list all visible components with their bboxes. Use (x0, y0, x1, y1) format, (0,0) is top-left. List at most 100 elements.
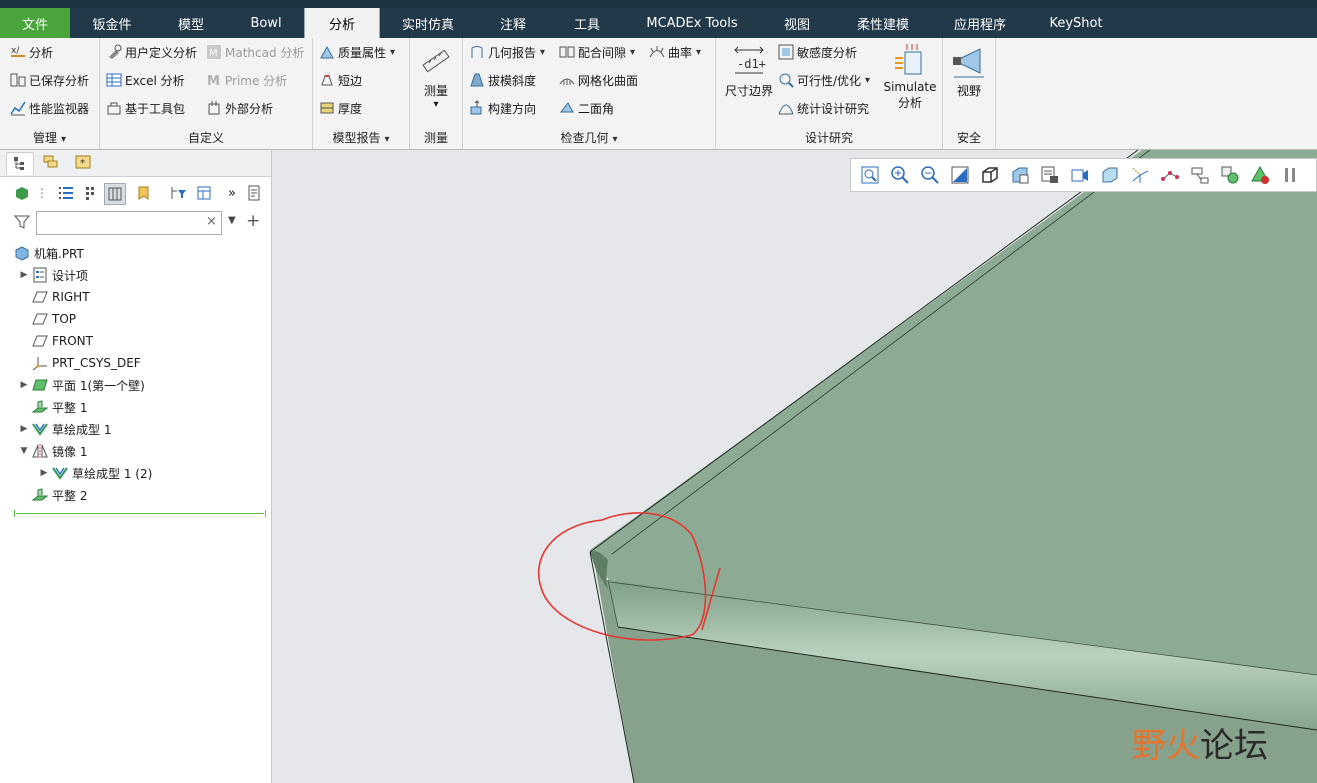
mass-properties-button[interactable]: 质量属性 (319, 41, 395, 63)
excel-analysis-button[interactable]: Excel 分析 (106, 69, 185, 91)
build-direction-button[interactable]: 构建方向 (469, 97, 536, 119)
geometry-report-button[interactable]: 几何报告 (469, 41, 545, 63)
tab-analysis[interactable]: 分析 (304, 8, 380, 38)
graphics-toolbar (850, 158, 1317, 192)
tree-details-icon[interactable] (244, 183, 264, 203)
refit-icon[interactable] (857, 162, 883, 188)
expand-more-icon[interactable]: » (222, 183, 242, 203)
tree-search-input[interactable] (36, 211, 222, 235)
external-analysis-button[interactable]: 外部分析 (206, 97, 273, 119)
performance-monitor-button[interactable]: 性能监视器 (10, 97, 89, 119)
tab-model-tree[interactable] (6, 152, 34, 175)
datum-display-icon[interactable] (1127, 162, 1153, 188)
tab-model[interactable]: 模型 (154, 8, 228, 38)
tree-node-sketched-form-1[interactable]: ▶ 草绘成型 1 (18, 418, 112, 440)
mesh-surface-button[interactable]: 网格化曲面 (559, 69, 638, 91)
graphics-viewport[interactable] (272, 150, 1317, 783)
tab-layers[interactable] (38, 152, 64, 174)
group-design-study-label: 设计研究 (804, 131, 853, 145)
more-options-icon[interactable]: ⋮ (32, 183, 52, 203)
expand-arrow-icon[interactable]: ▶ (18, 270, 30, 280)
user-defined-analysis-button[interactable]: 用户定义分析 (106, 41, 197, 63)
measure-button[interactable]: 测量 ▾ (419, 44, 453, 110)
statistical-design-study-button[interactable]: 统计设计研究 (778, 97, 869, 119)
tab-applications[interactable]: 应用程序 (932, 8, 1028, 38)
dihedral-angle-button[interactable]: 二面角 (559, 97, 614, 119)
tab-sheetmetal[interactable]: 钣金件 (70, 8, 154, 38)
tree-columns-icon[interactable] (104, 183, 126, 205)
tree-filter-icon[interactable] (168, 183, 188, 203)
tree-node-front[interactable]: FRONT (30, 330, 93, 352)
tab-bowl[interactable]: Bowl (228, 8, 304, 38)
expand-arrow-icon[interactable]: ▶ (18, 380, 30, 390)
tree-node-root[interactable]: 机箱.PRT (12, 242, 84, 264)
insert-here-line[interactable] (14, 510, 266, 517)
feasibility-optimization-button[interactable]: 可行性/优化 (778, 69, 870, 91)
tree-node-sketched-form-1-2[interactable]: ▶ 草绘成型 1 (2) (38, 462, 153, 484)
tab-tools[interactable]: 工具 (550, 8, 624, 38)
tab-file[interactable]: 文件 (0, 8, 70, 38)
toolkit-based-button[interactable]: 基于工具包 (106, 97, 185, 119)
tree-node-flat-wall-2[interactable]: 平整 2 (30, 484, 87, 506)
part-view-icon[interactable] (12, 183, 32, 203)
mathcad-analysis-button[interactable]: M Mathcad 分析 (206, 41, 304, 63)
repaint-icon[interactable] (947, 162, 973, 188)
expand-arrow-icon[interactable]: ▶ (18, 424, 30, 434)
draft-button[interactable]: 拔模斜度 (469, 69, 536, 91)
group-model-report-label[interactable]: 模型报告 (313, 129, 409, 146)
point-display-icon[interactable] (1157, 162, 1183, 188)
tab-simulation[interactable]: 实时仿真 (380, 8, 476, 38)
saved-analysis-button[interactable]: 已保存分析 (10, 69, 89, 91)
add-filter-icon[interactable]: + (246, 211, 260, 231)
svg-text:x/: x/ (11, 46, 20, 56)
tree-node-csys[interactable]: PRT_CSYS_DEF (30, 352, 141, 374)
measure-dropdown-icon: ▾ (433, 99, 439, 110)
dimension-boundary-button[interactable]: -d1+ 尺寸边界 (721, 44, 777, 99)
tab-mcadex[interactable]: MCADEx Tools (624, 8, 760, 38)
tree-dots-icon[interactable] (80, 183, 100, 203)
filter-icon[interactable] (13, 214, 31, 233)
tree-node-design-items[interactable]: ▶ 设计项 (18, 264, 88, 286)
tree-node-top[interactable]: TOP (30, 308, 76, 330)
group-safety: 视野 安全 (943, 38, 996, 149)
zoom-in-icon[interactable] (887, 162, 913, 188)
tab-annotate[interactable]: 注释 (476, 8, 550, 38)
bookmark-icon[interactable] (134, 183, 154, 203)
tab-flexible-modeling[interactable]: 柔性建模 (834, 8, 932, 38)
tab-keyshot[interactable]: KeyShot (1028, 8, 1124, 38)
expand-arrow-icon[interactable]: ▶ (38, 468, 50, 478)
appearance-icon[interactable] (1247, 162, 1273, 188)
analysis-button[interactable]: x/ 分析 (10, 41, 53, 63)
tab-view[interactable]: 视图 (760, 8, 834, 38)
simulate-icon (893, 42, 927, 76)
group-inspect-geometry-label[interactable]: 检查几何 (463, 129, 715, 146)
short-edge-button[interactable]: 短边 (319, 69, 362, 91)
collapse-arrow-icon[interactable]: ▼ (18, 446, 30, 456)
pause-icon[interactable] (1277, 162, 1303, 188)
spin-center-icon[interactable] (1217, 162, 1243, 188)
annotation-display-icon[interactable] (1187, 162, 1213, 188)
thickness-button[interactable]: 厚度 (319, 97, 362, 119)
zoom-out-icon[interactable] (917, 162, 943, 188)
search-dropdown-icon[interactable]: ▼ (228, 215, 236, 226)
tree-node-planar-wall[interactable]: ▶ 平面 1(第一个壁) (18, 374, 145, 396)
group-manage-label[interactable]: 管理 (0, 129, 99, 146)
section-icon[interactable] (1097, 162, 1123, 188)
tree-node-right[interactable]: RIGHT (30, 286, 90, 308)
field-of-view-button[interactable]: 视野 (951, 44, 987, 99)
tree-node-flat-wall-1[interactable]: 平整 1 (30, 396, 87, 418)
view-manager-icon[interactable] (1037, 162, 1063, 188)
curvature-button[interactable]: 曲率 (649, 41, 701, 63)
simulate-analysis-button[interactable]: Simulate 分析 (882, 42, 938, 111)
sensitivity-analysis-button[interactable]: 敏感度分析 (778, 41, 857, 63)
clearance-button[interactable]: 配合间隙 (559, 41, 635, 63)
clear-search-icon[interactable]: × (206, 214, 217, 229)
tree-node-mirror-1[interactable]: ▼ 镜像 1 (18, 440, 87, 462)
tree-list-icon[interactable] (56, 183, 76, 203)
perspective-view-icon[interactable] (1067, 162, 1093, 188)
tree-settings-icon[interactable] (194, 183, 214, 203)
prime-analysis-button[interactable]: M Prime 分析 (206, 69, 287, 91)
saved-orientations-icon[interactable] (1007, 162, 1033, 188)
tab-favorites[interactable]: * (70, 152, 96, 174)
display-style-icon[interactable] (977, 162, 1003, 188)
